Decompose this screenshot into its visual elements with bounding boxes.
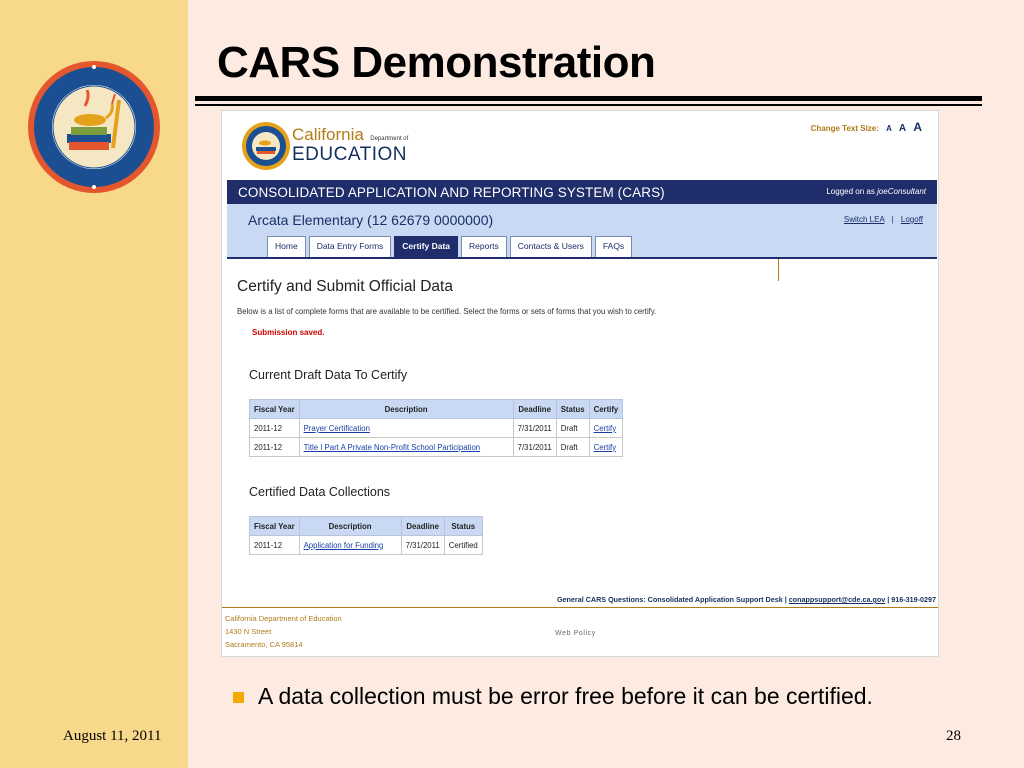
tab-home[interactable]: Home [267,236,306,257]
bullet-square-icon [233,692,244,703]
logged-on-status: Logged on as joeConsultant [826,187,926,196]
nav-tabs: Home Data Entry Forms Certify Data Repor… [267,236,633,257]
column-header-description: Description [298,399,514,419]
cell-status: Draft [555,437,590,457]
cde-brand[interactable]: California Department of EDUCATION [292,125,408,166]
vertical-divider [778,259,779,281]
tab-faqs[interactable]: FAQs [594,236,633,257]
description-link[interactable]: Prayer Certification [304,424,370,433]
column-header-certify: Certify [588,399,624,419]
column-header-status: Status [443,516,483,536]
description-link[interactable]: Application for Funding [304,541,384,550]
text-size-small-button[interactable]: A [886,124,891,133]
certified-data-table: Fiscal Year Description Deadline Status … [249,516,483,555]
tab-data-entry-forms[interactable]: Data Entry Forms [308,236,392,257]
cde-seal-icon [242,122,290,170]
certify-link[interactable]: Certify [594,424,617,433]
table-row: 2011-12 Title I Part A Private Non-Profi… [249,437,624,457]
bullet-text: A data collection must be error free bef… [258,683,873,709]
column-header-deadline: Deadline [400,516,445,536]
submission-saved-message: Submission saved. [252,328,325,337]
slide-page-number: 28 [946,728,961,744]
switch-lea-link[interactable]: Switch LEA [844,215,884,224]
help-phone: 916-319-0297 [891,595,936,604]
cell-fiscal-year: 2011-12 [249,437,300,457]
logged-on-user: joeConsultant [877,187,926,196]
system-title-bar: CONSOLIDATED APPLICATION AND REPORTING S… [227,180,937,204]
logged-on-prefix: Logged on as [826,187,875,196]
cell-description: Title I Part A Private Non-Profit School… [298,437,514,457]
title-divider-thick [195,96,982,101]
cell-deadline: 7/31/2011 [400,535,445,555]
tab-certify-data[interactable]: Certify Data [394,236,459,257]
slide-date: August 11, 2011 [63,728,162,744]
cell-fiscal-year: 2011-12 [249,418,300,438]
footer-divider [222,607,938,608]
cell-description: Application for Funding [298,535,402,555]
certify-link[interactable]: Certify [594,443,617,452]
lea-bar: Arcata Elementary (12 62679 0000000) Swi… [227,204,937,259]
cell-deadline: 7/31/2011 [512,437,557,457]
table-header-row: Fiscal Year Description Deadline Status … [249,399,624,419]
page-heading: Certify and Submit Official Data [237,278,453,295]
tab-reports[interactable]: Reports [461,236,507,257]
lea-link-separator: | [891,215,894,224]
brand-education: EDUCATION [292,144,407,165]
description-link[interactable]: Title I Part A Private Non-Profit School… [304,443,481,452]
cell-certify: Certify [588,437,624,457]
cell-status: Draft [555,418,590,438]
address-block: California Department of Education 1430 … [225,612,342,651]
address-line: 1430 N Street [225,627,272,636]
lea-links: Switch LEA | Logoff [844,215,923,224]
help-label: General CARS Questions: [556,595,646,604]
column-header-fiscal-year: Fiscal Year [249,399,300,419]
change-text-size: Change Text Size: A A A [811,120,922,134]
table-header-row: Fiscal Year Description Deadline Status [249,516,483,536]
slide-title: CARS Demonstration [217,38,656,87]
column-header-deadline: Deadline [512,399,557,419]
help-desk: Consolidated Application Support Desk [647,595,783,604]
column-header-description: Description [298,516,402,536]
cell-description: Prayer Certification [298,418,514,438]
address-line: Sacramento, CA 95814 [225,640,303,649]
column-header-status: Status [555,399,590,419]
brand-california: California [292,125,364,144]
lea-name: Arcata Elementary (12 62679 0000000) [248,212,494,228]
cell-deadline: 7/31/2011 [512,418,557,438]
certified-section-title: Certified Data Collections [249,485,391,499]
brand-department: Department of [370,136,409,142]
draft-section-title: Current Draft Data To Certify [249,368,408,382]
page-description: Below is a list of complete forms that a… [237,307,657,316]
text-size-medium-button[interactable]: A [899,123,906,134]
help-email-link[interactable]: conappsupport@cde.ca.gov [789,595,885,604]
cell-certify: Certify [588,418,624,438]
system-title: CONSOLIDATED APPLICATION AND REPORTING S… [238,185,665,200]
column-header-fiscal-year: Fiscal Year [249,516,300,536]
logoff-link[interactable]: Logoff [901,215,923,224]
text-size-large-button[interactable]: A [913,120,922,134]
cell-status: Certified [443,535,483,555]
cars-screenshot: California Department of EDUCATION Chang… [221,110,939,657]
tab-contacts-users[interactable]: Contacts & Users [509,236,592,257]
table-row: 2011-12 Application for Funding 7/31/201… [249,535,483,555]
help-line: General CARS Questions: Consolidated App… [556,595,936,604]
web-policy-link[interactable]: Web Policy [555,630,596,637]
draft-data-table: Fiscal Year Description Deadline Status … [249,399,624,457]
table-row: 2011-12 Prayer Certification 7/31/2011 D… [249,418,624,438]
department-of-education-seal-icon [28,61,160,193]
title-divider-thin [195,104,982,106]
change-text-size-label: Change Text Size: [810,124,879,133]
address-line: California Department of Education [225,614,342,623]
cell-fiscal-year: 2011-12 [249,535,300,555]
